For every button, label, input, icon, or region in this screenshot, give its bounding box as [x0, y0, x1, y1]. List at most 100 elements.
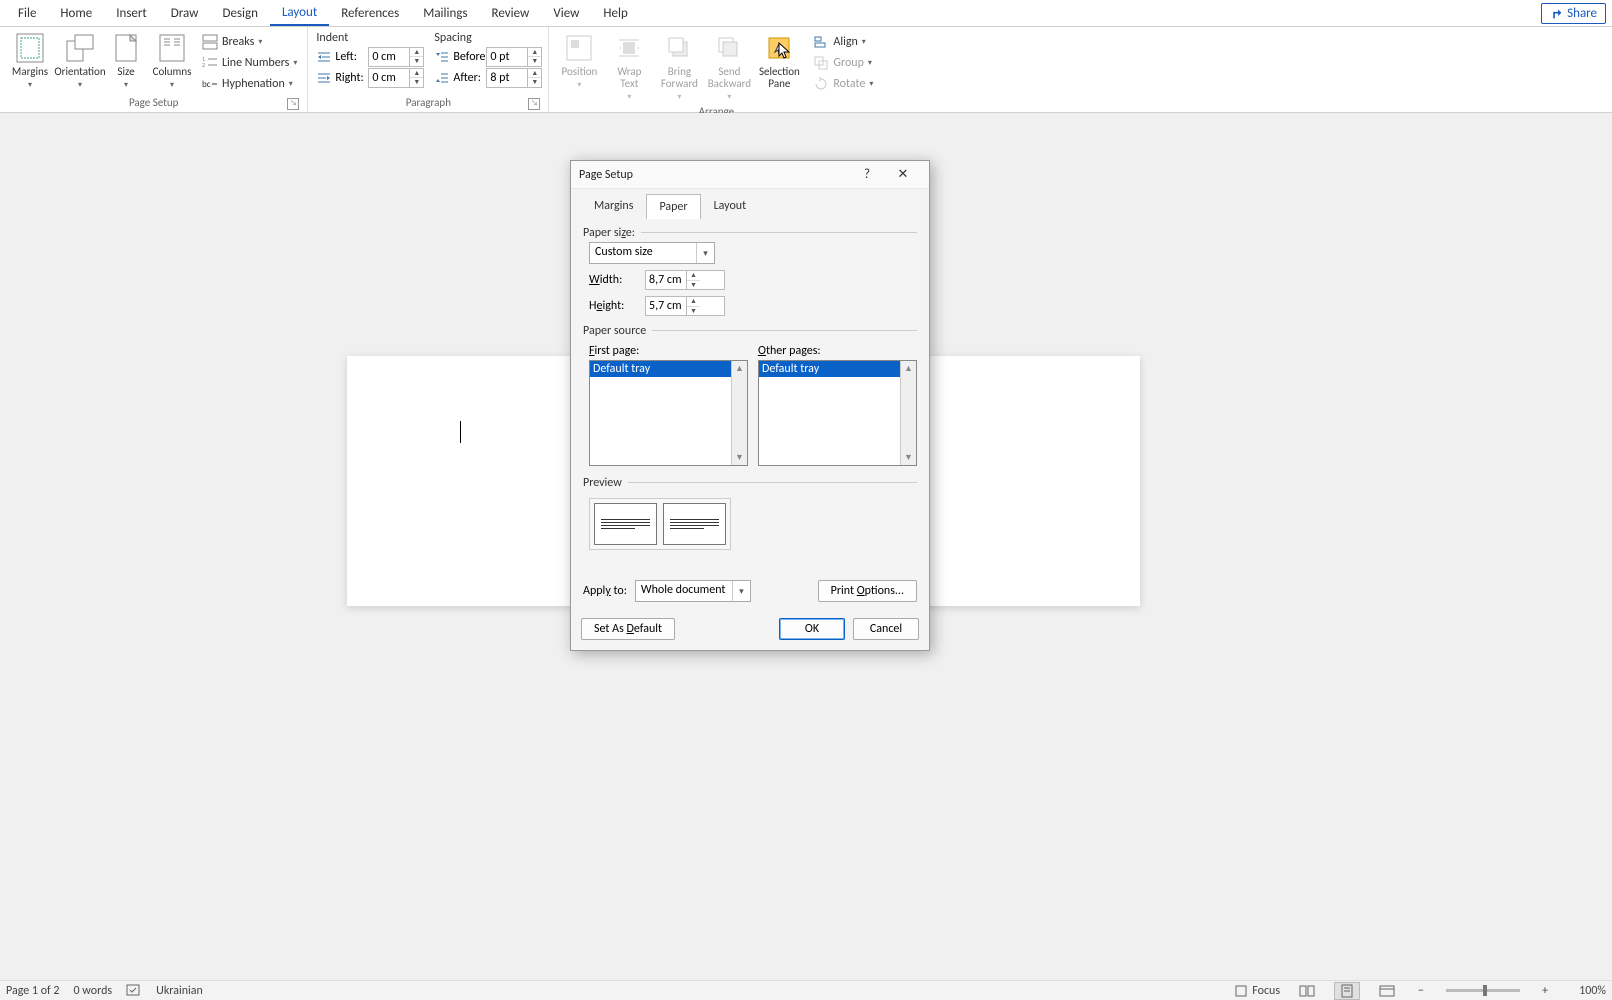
- breaks-button[interactable]: Breaks ▾: [198, 32, 301, 52]
- first-page-label: First page:: [589, 344, 748, 358]
- read-mode-button[interactable]: [1294, 982, 1320, 1000]
- status-words[interactable]: 0 words: [74, 984, 113, 998]
- dialog-tab-layout[interactable]: Layout: [701, 193, 760, 218]
- zoom-out-button[interactable]: −: [1414, 984, 1428, 998]
- size-icon: [110, 32, 142, 64]
- position-button: Position▾: [555, 30, 603, 91]
- dialog-close-button[interactable]: ✕: [885, 161, 921, 189]
- preview-page-2: [663, 503, 726, 545]
- spacing-before-input[interactable]: ▲▼: [486, 47, 542, 67]
- group-icon: [813, 55, 829, 71]
- paper-source-label: Paper source: [583, 324, 646, 340]
- share-button[interactable]: Share: [1541, 3, 1606, 24]
- tab-layout[interactable]: Layout: [270, 1, 329, 26]
- other-pages-listbox[interactable]: Default tray ▲▼: [758, 360, 917, 466]
- apply-to-combo[interactable]: Whole document ▾: [635, 580, 751, 602]
- wrap-text-icon: [613, 32, 645, 64]
- dialog-tab-margins[interactable]: Margins: [581, 193, 646, 218]
- cancel-button[interactable]: Cancel: [853, 618, 919, 640]
- group-label-paragraph: Paragraph: [406, 96, 451, 109]
- tab-review[interactable]: Review: [480, 2, 542, 25]
- columns-button[interactable]: Columns▾: [148, 30, 196, 91]
- status-bar: Page 1 of 2 0 words Ukrainian Focus − + …: [0, 980, 1612, 1000]
- dialog-title: Page Setup: [579, 168, 849, 182]
- paper-size-label: Paper size:: [583, 226, 635, 242]
- group-objects-button: Group ▾: [809, 53, 877, 73]
- tab-file[interactable]: File: [6, 2, 48, 25]
- scrollbar[interactable]: ▲▼: [900, 361, 916, 465]
- status-language[interactable]: Ukrainian: [156, 984, 203, 998]
- set-as-default-button[interactable]: Set As Default: [581, 618, 675, 640]
- tab-references[interactable]: References: [329, 2, 411, 25]
- margins-button[interactable]: Margins▾: [6, 30, 54, 91]
- apply-to-value: Whole document: [636, 581, 732, 601]
- ok-button[interactable]: OK: [779, 618, 845, 640]
- preview-label: Preview: [583, 476, 622, 492]
- status-page[interactable]: Page 1 of 2: [6, 984, 60, 998]
- breaks-icon: [202, 34, 218, 50]
- first-page-listbox[interactable]: Default tray ▲▼: [589, 360, 748, 466]
- group-paragraph: Indent Left: ▲▼ Right: ▲▼ Spacing: [308, 27, 549, 112]
- tab-draw[interactable]: Draw: [159, 2, 211, 25]
- spacing-after-input[interactable]: ▲▼: [486, 68, 542, 88]
- tab-view[interactable]: View: [541, 2, 591, 25]
- align-button[interactable]: Align ▾: [809, 32, 877, 52]
- chevron-down-icon[interactable]: ▾: [732, 581, 750, 601]
- selection-pane-icon: [763, 32, 795, 64]
- spellcheck-icon[interactable]: [126, 984, 142, 998]
- send-backward-button: Send Backward▾: [705, 30, 753, 103]
- selection-pane-button[interactable]: Selection Pane: [755, 30, 803, 90]
- paper-size-combo[interactable]: Custom size ▾: [589, 242, 715, 264]
- tab-help[interactable]: Help: [591, 2, 639, 25]
- text-cursor: [460, 421, 461, 443]
- focus-icon: [1234, 984, 1248, 998]
- svg-text:bc: bc: [202, 79, 211, 90]
- spacing-after-icon: [434, 71, 450, 85]
- rotate-button: Rotate ▾: [809, 74, 877, 94]
- tab-mailings[interactable]: Mailings: [411, 2, 479, 25]
- print-options-button[interactable]: Print Options...: [818, 580, 917, 602]
- page-setup-launcher[interactable]: ↘: [287, 98, 299, 110]
- tab-home[interactable]: Home: [48, 2, 104, 25]
- scrollbar[interactable]: ▲▼: [731, 361, 747, 465]
- spacing-before-icon: [434, 50, 450, 64]
- group-label-page-setup: Page Setup: [129, 96, 178, 109]
- share-icon: [1550, 7, 1563, 20]
- dialog-help-button[interactable]: ?: [849, 161, 885, 189]
- indent-right-input[interactable]: ▲▼: [368, 68, 424, 88]
- chevron-down-icon[interactable]: ▾: [696, 243, 714, 263]
- bring-forward-icon: [663, 32, 695, 64]
- zoom-level[interactable]: 100%: [1566, 984, 1606, 998]
- focus-mode-button[interactable]: Focus: [1234, 984, 1280, 998]
- first-page-item[interactable]: Default tray: [590, 361, 747, 377]
- print-layout-button[interactable]: [1334, 982, 1360, 1000]
- hyphenation-icon: bc: [202, 76, 218, 92]
- orientation-button[interactable]: Orientation▾: [56, 30, 104, 91]
- width-input[interactable]: ▲▼: [645, 270, 725, 290]
- other-pages-item[interactable]: Default tray: [759, 361, 916, 377]
- size-button[interactable]: Size▾: [106, 30, 146, 91]
- dialog-titlebar[interactable]: Page Setup ? ✕: [571, 161, 929, 189]
- ribbon: Margins▾ Orientation▾ Size▾ Columns▾: [0, 27, 1612, 113]
- height-label: Height:: [589, 299, 635, 313]
- indent-right-icon: [316, 71, 332, 85]
- rotate-icon: [813, 76, 829, 92]
- spacing-before-label: Before:: [453, 50, 488, 64]
- tab-insert[interactable]: Insert: [104, 2, 159, 25]
- page-setup-dialog: Page Setup ? ✕ Margins Paper Layout Pape…: [570, 160, 930, 651]
- zoom-slider[interactable]: [1446, 989, 1520, 992]
- dialog-tab-paper[interactable]: Paper: [646, 194, 700, 219]
- indent-left-input[interactable]: ▲▼: [368, 47, 424, 67]
- line-numbers-button[interactable]: 12 Line Numbers ▾: [198, 53, 301, 73]
- web-layout-button[interactable]: [1374, 982, 1400, 1000]
- zoom-in-button[interactable]: +: [1538, 984, 1552, 998]
- send-backward-icon: [713, 32, 745, 64]
- group-arrange: Position▾ Wrap Text▾ Bring Forward▾ Send…: [549, 27, 883, 112]
- wrap-text-button: Wrap Text▾: [605, 30, 653, 103]
- preview-page-1: [594, 503, 657, 545]
- tab-design[interactable]: Design: [210, 2, 269, 25]
- height-input[interactable]: ▲▼: [645, 296, 725, 316]
- paragraph-launcher[interactable]: ↘: [528, 98, 540, 110]
- margins-icon: [14, 32, 46, 64]
- hyphenation-button[interactable]: bc Hyphenation ▾: [198, 74, 301, 94]
